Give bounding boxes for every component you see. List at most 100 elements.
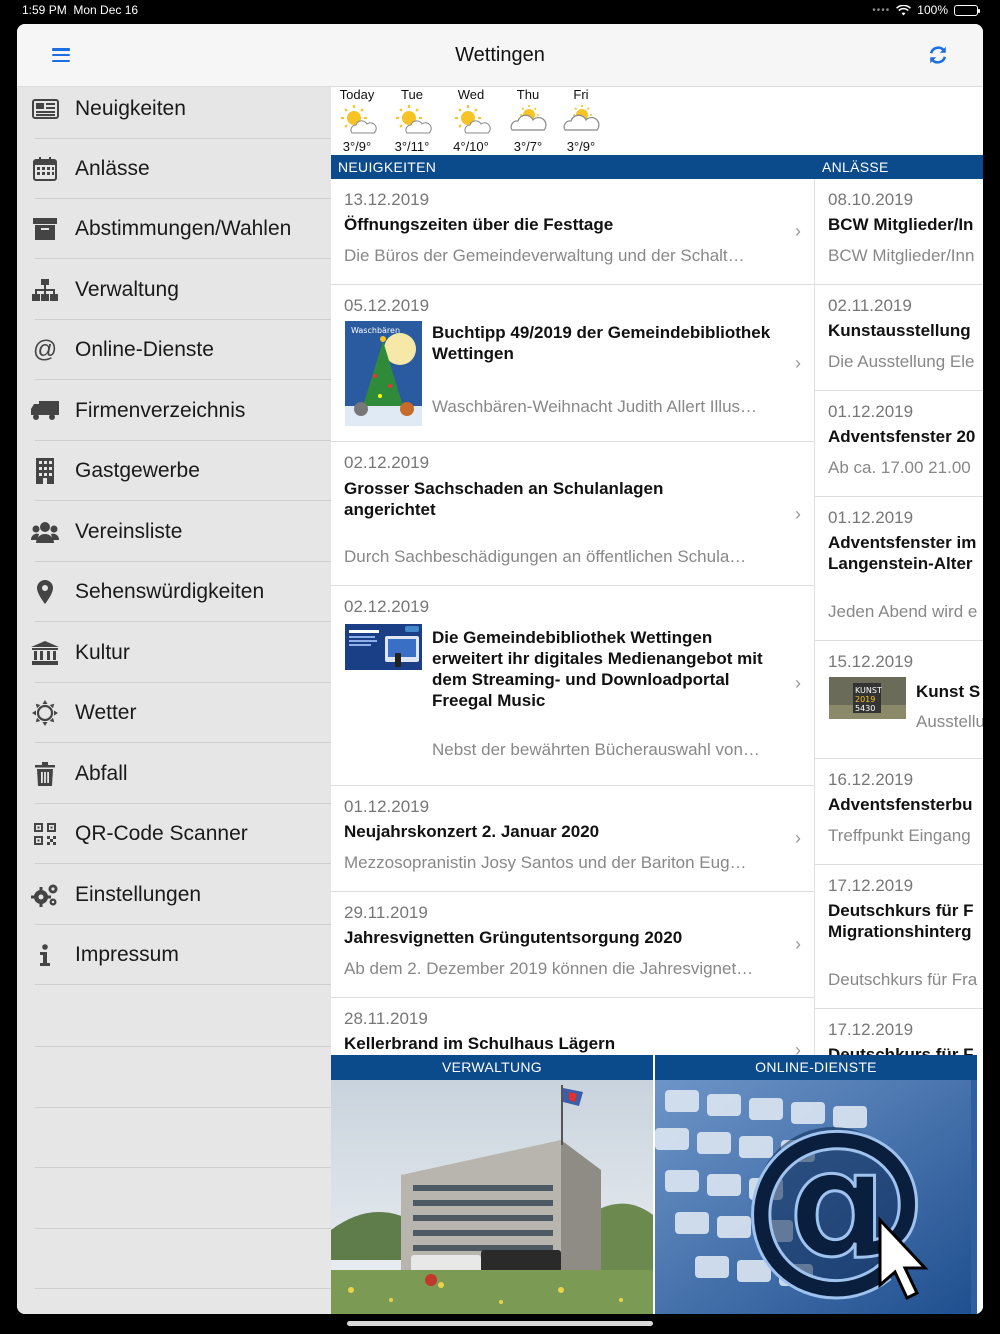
- weather-day-label: Tue: [401, 87, 423, 102]
- event-desc: Ab ca. 17.00 21.00: [828, 458, 971, 477]
- news-desc: Ab dem 2. Dezember 2019 können die Jahre…: [344, 959, 754, 978]
- svg-text:5430: 5430: [855, 704, 875, 713]
- tile-label: ONLINE-DIENSTE: [655, 1055, 977, 1080]
- news-title: Grosser Sachschaden an Schulanlagen ange…: [344, 479, 664, 519]
- sidebar-item-label: Online-Dienste: [75, 338, 214, 361]
- truck-icon: [31, 397, 59, 425]
- sidebar-item-abstimmungen[interactable]: Abstimmungen/Wahlen: [17, 199, 331, 259]
- sidebar-item-online-dienste[interactable]: @ Online-Dienste: [17, 320, 331, 380]
- town-hall-image: [331, 1080, 653, 1314]
- weather-temp: 3°/7°: [513, 139, 543, 154]
- event-date: 17.12.2019: [828, 1020, 914, 1039]
- cloud-sun-icon: [510, 105, 547, 131]
- sidebar-item-einstellungen[interactable]: Einstellungen: [17, 865, 331, 925]
- sidebar-item-label: QR-Code Scanner: [75, 822, 248, 845]
- news-desc: Durch Sachbeschädigungen an öffentlichen…: [344, 547, 747, 566]
- info-icon: [31, 941, 59, 969]
- tile-label: VERWALTUNG: [331, 1055, 653, 1080]
- qr-code-icon: [31, 820, 59, 848]
- divider: [35, 1288, 331, 1289]
- news-section-header: NEUIGKEITEN: [331, 155, 815, 179]
- sidebar-item-wetter[interactable]: Wetter: [17, 683, 331, 743]
- list-item[interactable]: 28.11.2019 Kellerbrand im Schulhaus Läge…: [331, 998, 814, 1055]
- sidebar-item-anlaesse[interactable]: Anlässe: [17, 139, 331, 199]
- event-desc: Jeden Abend wird e: [828, 602, 978, 621]
- status-time: 1:59 PM Mon Dec 16: [22, 3, 139, 17]
- event-title: Langenstein-Alter: [828, 554, 973, 573]
- archive-box-icon: [31, 215, 59, 243]
- main-content: Today 3°/9° Tue 3°/11° Wed 4°/10° Thu 3°…: [331, 87, 983, 1314]
- event-desc: Treffpunkt Eingang: [828, 826, 971, 845]
- at-icon: @: [32, 336, 58, 363]
- sidebar-item-label: Firmenverzeichnis: [75, 399, 246, 422]
- chevron-right-icon: ›: [795, 1040, 801, 1055]
- tile-verwaltung[interactable]: VERWALTUNG: [331, 1055, 653, 1314]
- list-item[interactable]: 08.10.2019 BCW Mitglieder/In BCW Mitglie…: [815, 179, 983, 285]
- sidebar-item-neuigkeiten[interactable]: Neuigkeiten: [17, 79, 331, 139]
- sidebar-item-label: Gastgewerbe: [75, 459, 200, 482]
- newspaper-icon: [31, 95, 59, 123]
- event-desc: Die Ausstellung Ele: [828, 352, 975, 371]
- weather-day: Tue 3°/11°: [388, 87, 436, 154]
- event-date: 01.12.2019: [828, 402, 914, 421]
- sidebar-item-qr-code-scanner[interactable]: QR-Code Scanner: [17, 804, 331, 864]
- sidebar-item-label: Wetter: [75, 701, 137, 724]
- sidebar-item-firmenverzeichnis[interactable]: Firmenverzeichnis: [17, 381, 331, 441]
- news-desc: Nebst der bewährten Bücherauswahl von…: [432, 740, 760, 759]
- news-date: 02.12.2019: [344, 453, 430, 472]
- event-desc: Deutschkurs für Fra: [828, 970, 978, 989]
- sidebar-item-kultur[interactable]: Kultur: [17, 623, 331, 683]
- events-list[interactable]: 08.10.2019 BCW Mitglieder/In BCW Mitglie…: [815, 179, 983, 1055]
- sun-cloud-icon: [396, 105, 432, 134]
- sidebar-item-abfall[interactable]: Abfall: [17, 744, 331, 804]
- list-item[interactable]: 16.12.2019 Adventsfensterbu Treffpunkt E…: [815, 759, 983, 865]
- page-title: Wettingen: [455, 44, 545, 66]
- weather-day-label: Today: [339, 87, 375, 102]
- news-date: 28.11.2019: [344, 1009, 428, 1028]
- weather-temp: 4°/10°: [453, 139, 489, 154]
- divider: [35, 1107, 331, 1108]
- sidebar-item-gastgewerbe[interactable]: Gastgewerbe: [17, 441, 331, 501]
- weather-temp: 3°/9°: [342, 139, 372, 154]
- list-item[interactable]: 17.12.2019 Deutschkurs für F: [815, 1009, 983, 1055]
- list-item[interactable]: 17.12.2019 Deutschkurs für F Migrationsh…: [815, 865, 983, 1009]
- news-desc: Die Büros der Gemeindeverwaltung und der…: [344, 246, 745, 265]
- list-item[interactable]: 02.11.2019 Kunstausstellung Die Ausstell…: [815, 285, 983, 391]
- event-title: Adventsfenster im: [828, 533, 977, 552]
- refresh-icon[interactable]: [927, 44, 949, 66]
- list-item[interactable]: 01.12.2019 Adventsfenster 20 Ab ca. 17.0…: [815, 391, 983, 497]
- sidebar-item-label: Kultur: [75, 641, 130, 664]
- news-desc: Waschbären-Weihnacht Judith Allert Illus…: [432, 397, 758, 416]
- list-item[interactable]: 13.12.2019 Öffnungszeiten über die Festt…: [331, 179, 814, 285]
- museum-icon: [31, 639, 59, 667]
- calendar-icon: [31, 155, 59, 183]
- sidebar-item-vereinsliste[interactable]: Vereinsliste: [17, 502, 331, 562]
- list-item[interactable]: 15.12.2019 KUNST 2019 5430 Kunst S Ausst…: [815, 641, 983, 759]
- trash-icon: [31, 760, 59, 788]
- list-item[interactable]: 29.11.2019 Jahresvignetten Grüngutentsor…: [331, 892, 814, 998]
- news-list[interactable]: 13.12.2019 Öffnungszeiten über die Festt…: [331, 179, 815, 1055]
- sidebar-item-sehenswuerdigkeiten[interactable]: Sehenswürdigkeiten: [17, 562, 331, 622]
- list-item[interactable]: 01.12.2019 Neujahrskonzert 2. Januar 202…: [331, 786, 814, 892]
- sidebar-item-verwaltung[interactable]: Verwaltung: [17, 260, 331, 320]
- weather-forecast[interactable]: Today 3°/9° Tue 3°/11° Wed 4°/10° Thu 3°…: [331, 87, 983, 155]
- tile-online-dienste[interactable]: ONLINE-DIENSTE @: [655, 1055, 977, 1314]
- sun-icon: [31, 699, 59, 727]
- divider: [35, 1046, 331, 1047]
- cloud-sun-icon: [563, 105, 600, 131]
- news-date: 01.12.2019: [344, 797, 430, 816]
- event-title: Migrationshinterg: [828, 922, 972, 941]
- weather-day-label: Thu: [516, 87, 540, 102]
- list-item[interactable]: 02.12.2019 Grosser Sachschaden an Schula…: [331, 442, 814, 586]
- news-title: Die Gemeindebibliothek Wettingen erweite…: [432, 628, 763, 710]
- list-item[interactable]: 05.12.2019 Waschbären Buchtipp 49/2019 d…: [331, 285, 814, 442]
- building-icon: [31, 457, 59, 485]
- status-right: •••• 100%: [872, 3, 980, 17]
- event-title: BCW Mitglieder/In: [828, 215, 974, 234]
- event-date: 02.11.2019: [828, 296, 912, 315]
- weather-day-label: Fri: [573, 87, 589, 102]
- sidebar-item-impressum[interactable]: Impressum: [17, 925, 331, 985]
- list-item[interactable]: 01.12.2019 Adventsfenster im Langenstein…: [815, 497, 983, 641]
- list-item[interactable]: 02.12.2019 Die Gemeindebibliothek Wettin…: [331, 586, 814, 786]
- app-window: Wettingen Neuigkeiten Anlässe Abstimmung…: [17, 24, 983, 1314]
